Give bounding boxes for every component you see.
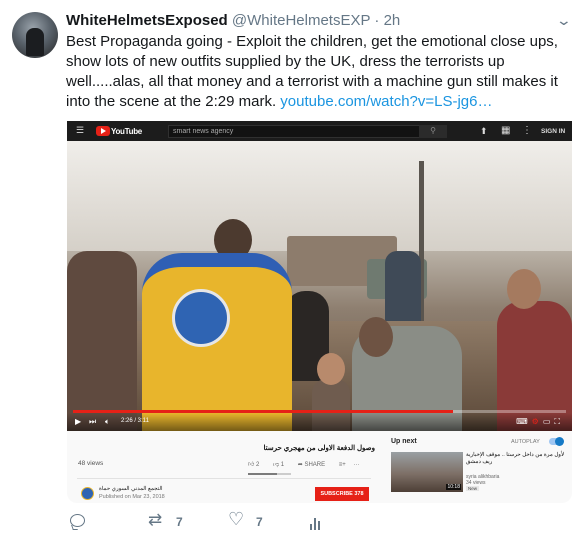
heart-icon: ♡ bbox=[228, 509, 245, 529]
video-scene-crouching-man-head bbox=[359, 317, 393, 357]
separator-dot: · bbox=[374, 12, 380, 29]
youtube-card[interactable]: ☰ YouTube smart news agency ⚲ ⬆ ▦ ⋮ SIGN… bbox=[67, 121, 572, 503]
chevron-down-icon[interactable]: ⌄ bbox=[556, 12, 572, 29]
tweet-timestamp[interactable]: 2h bbox=[384, 12, 401, 29]
profile-avatar[interactable] bbox=[12, 12, 58, 58]
tweet-link[interactable]: youtube.com/watch?v=LS-jg6… bbox=[280, 93, 492, 110]
published-date: Published on Mar 23, 2018 bbox=[99, 494, 165, 500]
subscribe-label: SUBSCRIBE bbox=[320, 491, 353, 497]
subscribe-button[interactable]: SUBSCRIBE 378 bbox=[315, 487, 369, 501]
tweet-header: WhiteHelmetsExposed @WhiteHelmetsEXP · 2… bbox=[66, 12, 572, 32]
related-video-duration: 10:18 bbox=[446, 484, 461, 490]
video-title-text: وصول الدفعة الاولى من مهجري حرستا bbox=[263, 445, 375, 452]
like-ratio-bar bbox=[248, 473, 291, 475]
related-video-badge: New bbox=[466, 486, 480, 491]
like-tweet-count: 7 bbox=[256, 515, 263, 529]
video-scene-sky bbox=[67, 141, 572, 251]
player-settings-icons[interactable]: ⌨⚙▭⛶ bbox=[516, 417, 564, 427]
video-views: 48 views bbox=[78, 460, 104, 467]
tweet-actions: ⇄ 7 ♡ 7 bbox=[66, 509, 466, 536]
add-to-icon[interactable]: ≡+ bbox=[339, 462, 346, 468]
reply-icon bbox=[70, 514, 85, 527]
search-icon[interactable]: ⚲ bbox=[419, 125, 447, 138]
video-scene-crowd bbox=[67, 251, 137, 431]
channel-avatar[interactable] bbox=[81, 487, 94, 500]
user-handle[interactable]: @WhiteHelmetsEXP bbox=[232, 12, 370, 29]
video-scene-child-head bbox=[317, 353, 345, 385]
share-label: SHARE bbox=[304, 462, 326, 468]
more-actions-icon[interactable]: ··· bbox=[353, 462, 359, 468]
dislike-count: 1 bbox=[280, 462, 285, 468]
like-ratio-fill bbox=[248, 473, 277, 475]
sign-in-button[interactable]: SIGN IN bbox=[541, 128, 565, 135]
retweet-icon: ⇄ bbox=[148, 510, 163, 529]
video-player[interactable]: ▶ ⏭ 🔈︎ 2:26 / 3:11 ⌨⚙▭⛶ bbox=[67, 141, 572, 431]
autoplay-label: AUTOPLAY bbox=[511, 439, 540, 445]
youtube-logo-text[interactable]: YouTube bbox=[111, 127, 142, 136]
related-video-title[interactable]: لأول مرة من داخل حرستا .. موقف الإخبارية… bbox=[466, 452, 566, 466]
divider bbox=[77, 478, 371, 479]
play-icon[interactable]: ▶ bbox=[75, 417, 81, 426]
upload-icon[interactable]: ⬆ bbox=[480, 126, 488, 137]
youtube-search-input[interactable]: smart news agency bbox=[168, 125, 420, 138]
video-controls: ▶ ⏭ 🔈︎ 2:26 / 3:11 ⌨⚙▭⛶ bbox=[67, 413, 572, 431]
like-count: 2 bbox=[255, 462, 260, 468]
youtube-logo-icon[interactable] bbox=[96, 126, 110, 136]
video-scene-man-with-bike bbox=[385, 251, 421, 321]
tweet-text: Best Propaganda going - Exploit the chil… bbox=[66, 32, 576, 112]
video-title: وصول الدفعة الاولى من مهجري حرستا bbox=[75, 444, 375, 456]
subscriber-count: 378 bbox=[354, 491, 364, 497]
channel-name[interactable]: التجمع المدني السوري حماة bbox=[99, 486, 163, 492]
share-button[interactable]: ➦ SHARE bbox=[298, 462, 331, 468]
volume-icon[interactable]: 🔈︎ bbox=[105, 417, 110, 427]
autoplay-toggle[interactable] bbox=[549, 437, 564, 446]
next-icon[interactable]: ⏭ bbox=[89, 417, 96, 427]
dislike-button[interactable]: 👎︎ 1 bbox=[273, 462, 290, 468]
video-scene-boy-head bbox=[507, 269, 541, 309]
hd-settings-icon: ⚙ bbox=[531, 417, 543, 426]
apps-icon[interactable]: ▦ bbox=[501, 125, 510, 136]
video-time: 2:26 / 3:11 bbox=[121, 418, 149, 424]
like-button[interactable]: 👍︎ 2 bbox=[248, 462, 265, 468]
retweet-count: 7 bbox=[176, 515, 183, 529]
white-helmets-logo-icon bbox=[172, 289, 230, 347]
menu-icon[interactable]: ☰ bbox=[76, 126, 84, 135]
analytics-icon bbox=[310, 516, 324, 530]
video-actions: 👍︎ 2 👎︎ 1 ➦ SHARE ≡+ ··· bbox=[248, 460, 365, 468]
avatar-figure bbox=[26, 28, 44, 56]
more-icon[interactable]: ⋮ bbox=[522, 125, 532, 136]
youtube-header: ☰ YouTube smart news agency ⚲ ⬆ ▦ ⋮ SIGN… bbox=[67, 121, 572, 141]
display-name[interactable]: WhiteHelmetsExposed bbox=[66, 12, 228, 29]
up-next-heading: Up next bbox=[391, 438, 417, 445]
related-video-thumbnail[interactable]: 10:18 bbox=[391, 452, 463, 492]
